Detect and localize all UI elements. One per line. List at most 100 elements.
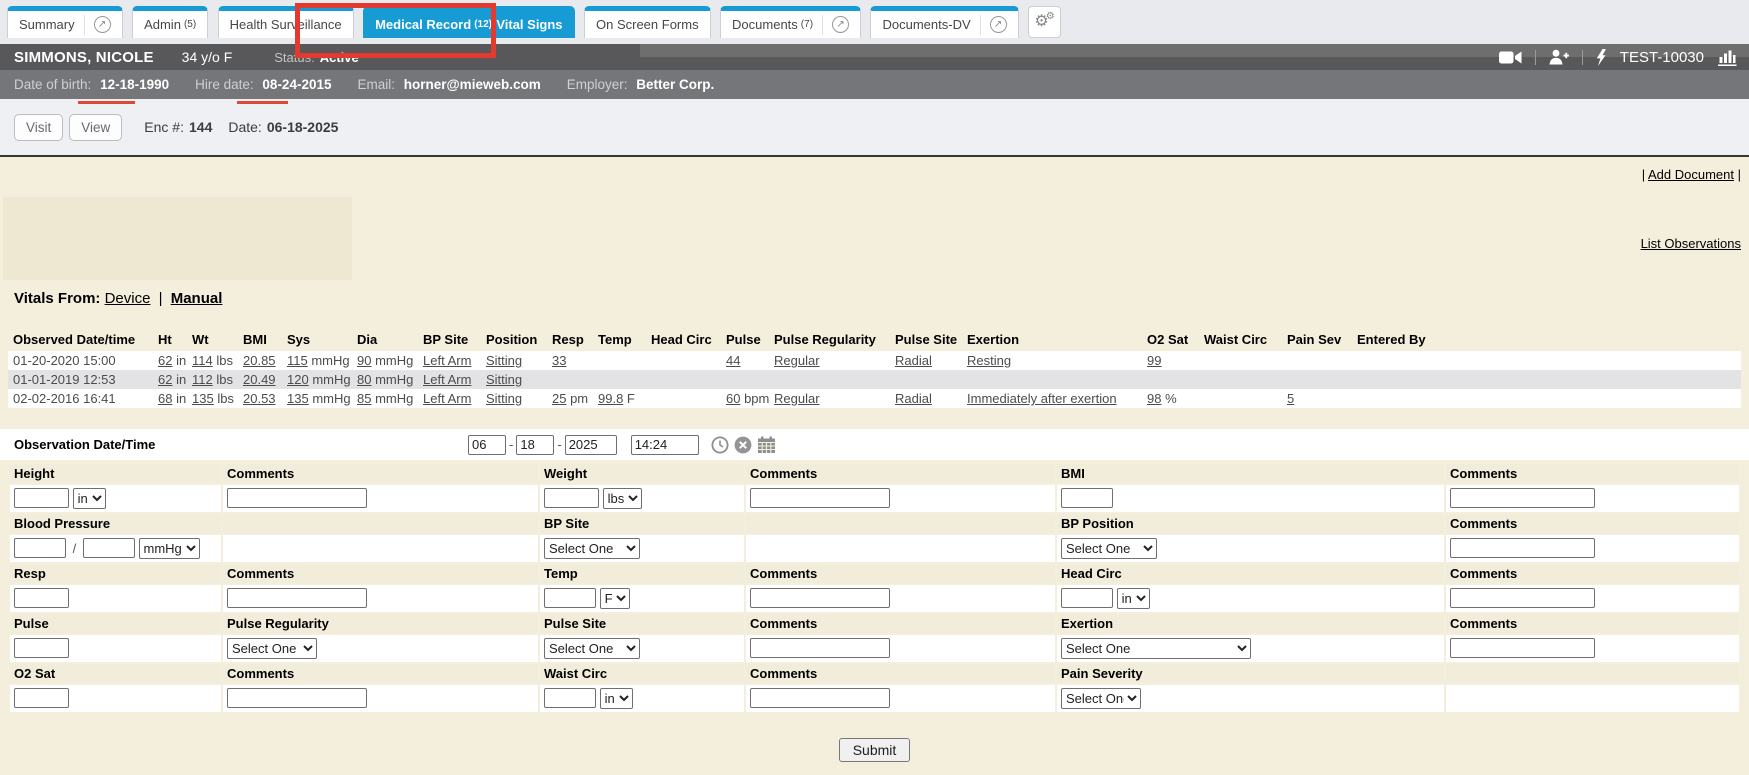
height-input[interactable]	[14, 488, 69, 508]
vital-value-link[interactable]: 98	[1147, 391, 1161, 406]
popout-icon[interactable]: ↗	[832, 16, 849, 33]
vital-value-link[interactable]: 5	[1287, 391, 1294, 406]
vital-value-link[interactable]: Resting	[967, 353, 1011, 368]
vital-value-link[interactable]: 114	[192, 353, 213, 368]
bp-unit-select[interactable]: mmHg	[139, 538, 200, 559]
vital-value-link[interactable]: 25	[552, 391, 566, 406]
o2-sat-comments-input[interactable]	[227, 688, 367, 708]
vital-value-link[interactable]: 62	[158, 372, 172, 387]
bp-systolic-input[interactable]	[14, 538, 66, 558]
bp-comments-input[interactable]	[1450, 538, 1595, 558]
height-comments-input[interactable]	[227, 488, 367, 508]
waist-circ-unit-select[interactable]: in	[600, 688, 633, 709]
video-camera-icon[interactable]	[1499, 50, 1522, 65]
pain-severity-select[interactable]: Select One	[1061, 688, 1141, 709]
view-button[interactable]: View	[69, 114, 122, 141]
demographics-bar: Date of birth: 12-18-1990 Hire date: 08-…	[0, 70, 1749, 99]
vital-value-link[interactable]: 112	[192, 372, 213, 387]
submit-button[interactable]: Submit	[839, 738, 911, 762]
head-circ-comments-input[interactable]	[1450, 588, 1595, 608]
pulse-comments-input[interactable]	[750, 638, 890, 658]
tab-on-screen-forms[interactable]: On Screen Forms	[584, 6, 711, 38]
vital-value-link[interactable]: 20.85	[243, 353, 276, 368]
observation-year-input[interactable]	[565, 435, 617, 455]
vitals-chart-icon[interactable]	[1717, 49, 1737, 66]
pulse-regularity-select[interactable]: Select One	[227, 638, 317, 659]
vital-value-link[interactable]: Left Arm	[423, 353, 471, 368]
vital-value-link[interactable]: Left Arm	[423, 391, 471, 406]
resp-comments-input[interactable]	[227, 588, 367, 608]
list-observations-link[interactable]: List Observations	[1641, 236, 1741, 251]
tab-documents-dv[interactable]: Documents-DV ↗	[870, 6, 1018, 38]
tab-settings-button[interactable]: ⚙ ⚙	[1028, 6, 1061, 38]
add-person-icon[interactable]	[1549, 49, 1569, 65]
vital-value-link[interactable]: 60	[726, 391, 740, 406]
bp-diastolic-input[interactable]	[83, 538, 135, 558]
pulse-site-select[interactable]: Select One	[544, 638, 640, 659]
vital-value-link[interactable]: Radial	[895, 353, 932, 368]
bmi-comments-input[interactable]	[1450, 488, 1595, 508]
head-circ-unit-select[interactable]: in	[1117, 588, 1150, 609]
tab-summary[interactable]: Summary ↗	[7, 6, 123, 38]
clock-icon[interactable]	[711, 436, 729, 454]
vital-value-link[interactable]: 90	[357, 353, 371, 368]
temp-input[interactable]	[544, 588, 596, 608]
vital-value-link[interactable]: 120	[287, 372, 309, 387]
vital-value-link[interactable]: 20.53	[243, 391, 276, 406]
vital-value-link[interactable]: 62	[158, 353, 172, 368]
popout-icon[interactable]: ↗	[94, 16, 111, 33]
resp-input[interactable]	[14, 588, 69, 608]
vital-value-link[interactable]: 80	[357, 372, 371, 387]
weight-unit-select[interactable]: lbs	[603, 488, 642, 509]
vital-value-link[interactable]: 33	[552, 353, 566, 368]
tab-admin[interactable]: Admin (5)	[132, 6, 208, 38]
vital-value-link[interactable]: 135	[192, 391, 214, 406]
bp-site-select[interactable]: Select One	[544, 538, 640, 559]
tab-documents[interactable]: Documents (7) ↗	[720, 6, 861, 38]
height-unit-select[interactable]: in	[73, 488, 106, 509]
tab-medical-record-vital-signs[interactable]: Medical Record (12) :Vital Signs	[363, 6, 574, 38]
add-document-link[interactable]: Add Document	[1648, 167, 1734, 182]
waist-circ-input[interactable]	[544, 688, 596, 708]
pulse-input[interactable]	[14, 638, 69, 658]
vital-value-link[interactable]: Left Arm	[423, 372, 471, 387]
manual-link[interactable]: Manual	[171, 290, 223, 307]
vital-value-link[interactable]: 115	[287, 353, 308, 368]
vital-value-link[interactable]: Regular	[774, 391, 820, 406]
observation-month-input[interactable]	[468, 435, 506, 455]
vital-value-link[interactable]: Immediately after exertion	[967, 391, 1117, 406]
bp-position-select[interactable]: Select One	[1061, 538, 1157, 559]
exertion-comments-input[interactable]	[1450, 638, 1595, 658]
vital-value-link[interactable]: 99.8	[598, 391, 623, 406]
tab-health-surveillance[interactable]: Health Surveillance	[218, 6, 354, 38]
popout-icon[interactable]: ↗	[990, 16, 1007, 33]
o2-sat-input[interactable]	[14, 688, 69, 708]
bmi-input[interactable]	[1061, 488, 1113, 508]
weight-input[interactable]	[544, 488, 599, 508]
vital-value-link[interactable]: 44	[726, 353, 740, 368]
vital-value-link[interactable]: 85	[357, 391, 371, 406]
lightning-bolt-icon[interactable]	[1596, 49, 1607, 66]
clear-date-icon[interactable]	[734, 436, 752, 454]
vital-value-link[interactable]: 135	[287, 391, 309, 406]
vital-value-link[interactable]: Sitting	[486, 372, 522, 387]
vital-value-link[interactable]: 20.49	[243, 372, 276, 387]
observation-day-input[interactable]	[516, 435, 554, 455]
weight-comments-input[interactable]	[750, 488, 890, 508]
temp-unit-select[interactable]: F	[600, 588, 630, 609]
device-link[interactable]: Device	[105, 290, 151, 307]
observation-time-input[interactable]	[631, 435, 699, 455]
head-circ-input[interactable]	[1061, 588, 1113, 608]
vital-value-link[interactable]: 68	[158, 391, 172, 406]
vital-value-link[interactable]: Regular	[774, 353, 820, 368]
vital-value-link[interactable]: Sitting	[486, 353, 522, 368]
vital-value-link[interactable]: 99	[1147, 353, 1161, 368]
calendar-icon[interactable]	[757, 436, 776, 454]
vital-value-link[interactable]: Radial	[895, 391, 932, 406]
temp-comments-input[interactable]	[750, 588, 890, 608]
exertion-select[interactable]: Select One	[1061, 638, 1251, 659]
vitals-cell	[1199, 351, 1282, 370]
visit-button[interactable]: Visit	[14, 114, 63, 141]
vital-value-link[interactable]: Sitting	[486, 391, 522, 406]
waist-circ-comments-input[interactable]	[750, 688, 890, 708]
